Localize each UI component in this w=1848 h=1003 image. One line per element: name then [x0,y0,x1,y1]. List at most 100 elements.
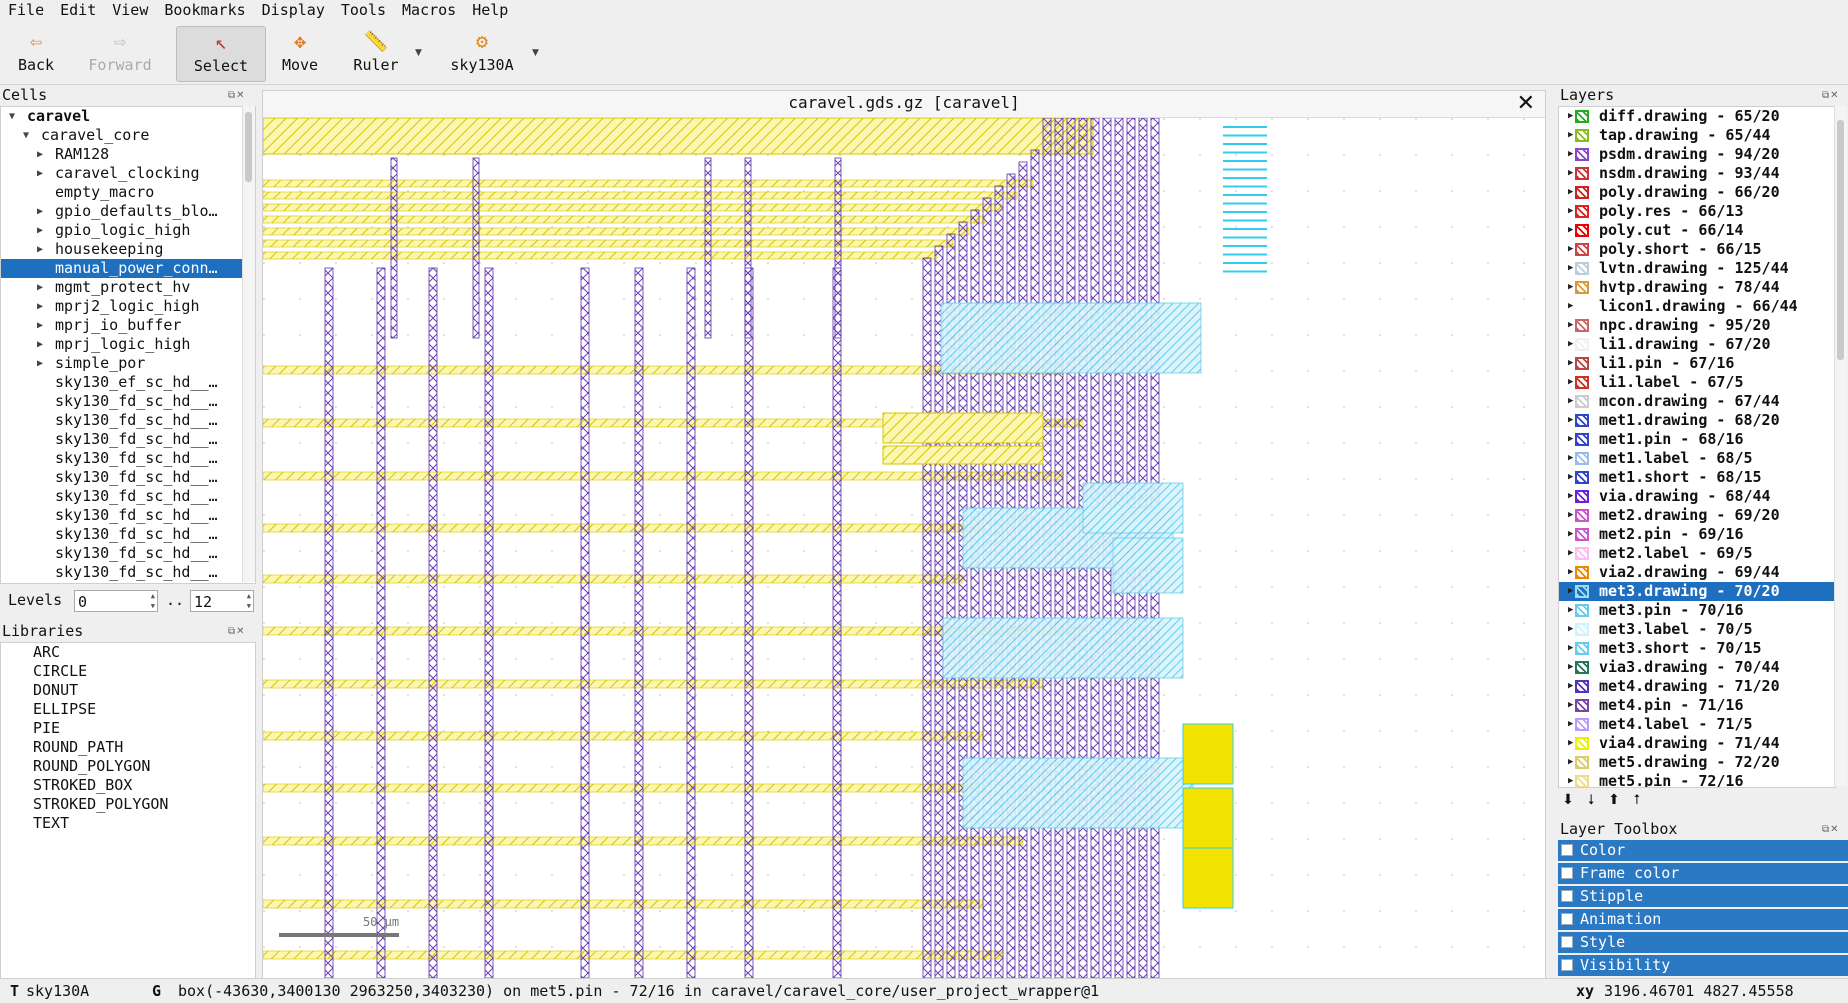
menu-help[interactable]: Help [464,0,516,19]
library-item[interactable]: CIRCLE [1,662,255,681]
menu-macros[interactable]: Macros [394,0,464,19]
cell-tree-item[interactable]: sky130_fd_sc_hd__… [1,487,255,506]
layer-visible-icon[interactable]: ▶ [1568,297,1573,316]
layer-item[interactable]: ▶ met3.short - 70/15 [1559,639,1835,658]
cells-scroll-thumb[interactable] [245,112,252,182]
layers-panel-buttons[interactable]: ⧉✕ [1822,90,1846,102]
layers-scroll-thumb[interactable] [1837,120,1844,360]
expand-checkbox-icon[interactable] [1561,867,1573,879]
layer-visible-icon[interactable]: ▶ [1568,696,1573,715]
library-item[interactable]: DONUT [1,681,255,700]
layer-visible-icon[interactable]: ▶ [1568,715,1573,734]
spin-arrows-icon[interactable]: ▲ ▼ [247,591,251,611]
cell-tree-item[interactable]: ▶ mgmt_protect_hv [1,278,255,297]
layer-item[interactable]: ▶ met3.label - 70/5 [1559,620,1835,639]
toolbox-visibility[interactable]: Visibility [1558,955,1848,976]
tech-dropdown-icon[interactable]: ▼ [532,48,539,58]
cell-tree-item[interactable]: ▶ RAM128 [1,145,255,164]
cell-tree-item[interactable]: sky130_fd_sc_hd__… [1,392,255,411]
layer-visible-icon[interactable]: ▶ [1568,658,1573,677]
library-item[interactable]: ARC [1,643,255,662]
layer-visible-icon[interactable]: ▶ [1568,354,1573,373]
layer-item[interactable]: ▶ diff.drawing - 65/20 [1559,107,1835,126]
layer-visible-icon[interactable]: ▶ [1568,164,1573,183]
layer-item[interactable]: ▶ lvtn.drawing - 125/44 [1559,259,1835,278]
menu-display[interactable]: Display [254,0,333,19]
layer-item[interactable]: ▶ met1.short - 68/15 [1559,468,1835,487]
move-down-icon[interactable]: ⬇ [1558,790,1578,810]
menu-file[interactable]: File [0,0,52,19]
layer-item[interactable]: ▶ hvtp.drawing - 78/44 [1559,278,1835,297]
layer-item[interactable]: ▶ via3.drawing - 70/44 [1559,658,1835,677]
layer-item[interactable]: ▶ met3.pin - 70/16 [1559,601,1835,620]
layer-visible-icon[interactable]: ▶ [1568,411,1573,430]
layer-visible-icon[interactable]: ▶ [1568,525,1573,544]
layer-visible-icon[interactable]: ▶ [1568,316,1573,335]
close-icon[interactable]: ✕ [1517,91,1535,117]
layer-visible-icon[interactable]: ▶ [1568,753,1573,772]
library-item[interactable]: STROKED_POLYGON [1,795,255,814]
layer-visible-icon[interactable]: ▶ [1568,544,1573,563]
layer-visible-icon[interactable]: ▶ [1568,202,1573,221]
layer-item[interactable]: ▶ li1.drawing - 67/20 [1559,335,1835,354]
library-item[interactable]: ROUND_POLYGON [1,757,255,776]
layer-item[interactable]: ▶ met2.pin - 69/16 [1559,525,1835,544]
layer-visible-icon[interactable]: ▶ [1568,126,1573,145]
layer-item[interactable]: ▶ poly.drawing - 66/20 [1559,183,1835,202]
cell-tree-item[interactable]: sky130_fd_sc_hd__… [1,411,255,430]
cell-tree-item[interactable]: ▶ caravel_clocking [1,164,255,183]
collapsed-arrow-icon[interactable]: ▶ [37,316,49,335]
menu-tools[interactable]: Tools [333,0,394,19]
expand-checkbox-icon[interactable] [1561,936,1573,948]
layer-item[interactable]: ▶ met1.drawing - 68/20 [1559,411,1835,430]
cell-tree-item[interactable]: ▼ caravel [1,107,255,126]
collapsed-arrow-icon[interactable]: ▶ [37,221,49,240]
toolbox-frame-color[interactable]: Frame color [1558,863,1848,884]
layer-visible-icon[interactable]: ▶ [1568,107,1573,126]
layers-scrollbar[interactable] [1834,106,1847,786]
cell-tree-item[interactable]: ▶ mprj2_logic_high [1,297,255,316]
layer-item[interactable]: ▶ via4.drawing - 71/44 [1559,734,1835,753]
expand-checkbox-icon[interactable] [1561,844,1573,856]
layer-item[interactable]: ▶ via2.drawing - 69/44 [1559,563,1835,582]
cell-tree-item[interactable]: ▼ caravel_core [1,126,255,145]
library-item[interactable]: ROUND_PATH [1,738,255,757]
layer-visible-icon[interactable]: ▶ [1568,677,1573,696]
ruler-button[interactable]: 📏 Ruler [340,26,412,80]
toolbox-stipple[interactable]: Stipple [1558,886,1848,907]
collapsed-arrow-icon[interactable]: ▶ [37,202,49,221]
layout-view[interactable]: 50 µm [263,118,1545,978]
collapsed-arrow-icon[interactable]: ▶ [37,145,49,164]
layer-item[interactable]: ▶ met2.drawing - 69/20 [1559,506,1835,525]
library-item[interactable]: PIE [1,719,255,738]
layer-visible-icon[interactable]: ▶ [1568,335,1573,354]
layer-visible-icon[interactable]: ▶ [1568,734,1573,753]
tech-button[interactable]: ⚙ sky130A [440,26,524,80]
layer-visible-icon[interactable]: ▶ [1568,772,1573,787]
cell-tree-item[interactable]: ▶ gpio_logic_high [1,221,255,240]
layer-item[interactable]: ▶ via.drawing - 68/44 [1559,487,1835,506]
layer-visible-icon[interactable]: ▶ [1568,145,1573,164]
move-bottom-icon[interactable]: ⭣ [1581,790,1601,810]
spin-arrows-icon[interactable]: ▲ ▼ [151,591,155,611]
toolbox-animation[interactable]: Animation [1558,909,1848,930]
collapsed-arrow-icon[interactable]: ▶ [37,297,49,316]
layer-visible-icon[interactable]: ▶ [1568,620,1573,639]
toolbox-color[interactable]: Color [1558,840,1848,861]
layer-item[interactable]: ▶ mcon.drawing - 67/44 [1559,392,1835,411]
layer-item[interactable]: ▶ met1.pin - 68/16 [1559,430,1835,449]
layer-item[interactable]: ▶ met1.label - 68/5 [1559,449,1835,468]
layer-visible-icon[interactable]: ▶ [1568,183,1573,202]
cell-tree-item[interactable]: sky130_fd_sc_hd__… [1,563,255,582]
toolbox-style[interactable]: Style [1558,932,1848,953]
layer-item[interactable]: ▶ met5.drawing - 72/20 [1559,753,1835,772]
cell-tree-item[interactable]: ▶ gpio_defaults_blo… [1,202,255,221]
layer-visible-icon[interactable]: ▶ [1568,392,1573,411]
cells-scrollbar[interactable] [242,106,255,582]
cell-tree-item[interactable]: ▶ simple_por [1,354,255,373]
back-button[interactable]: ⇦ Back [6,26,66,80]
layer-visible-icon[interactable]: ▶ [1568,601,1573,620]
cell-tree-item[interactable]: manual_power_conn… [1,259,255,278]
expanded-arrow-icon[interactable]: ▼ [9,107,21,126]
layer-item[interactable]: ▶ poly.res - 66/13 [1559,202,1835,221]
